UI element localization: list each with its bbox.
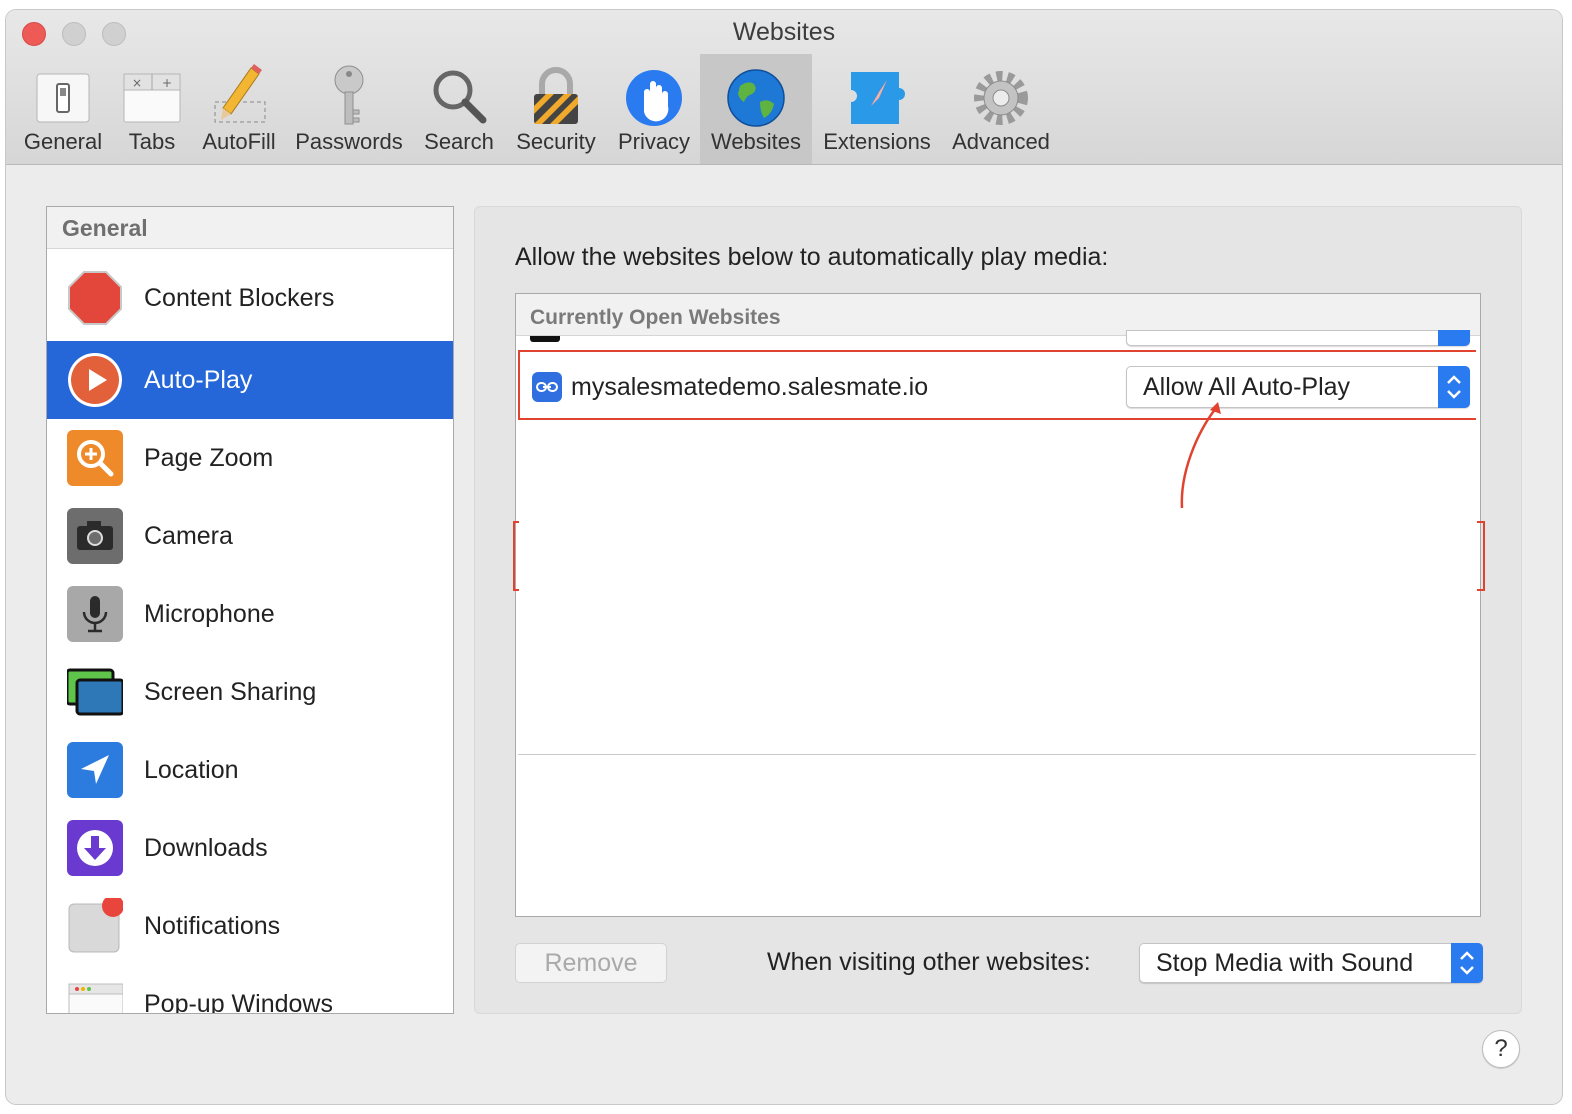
sidebar-item-popup-windows[interactable]: Pop-up Windows <box>47 965 453 1014</box>
stop-sign-icon <box>68 271 122 325</box>
pencil-icon <box>214 64 266 123</box>
title-bar: Websites General × + Tabs AutoFill Passw… <box>6 10 1562 165</box>
chevron-up-down-icon <box>1460 951 1474 975</box>
globe-icon <box>727 69 785 127</box>
toolbar-security[interactable]: Security <box>508 54 604 164</box>
sidebar-item-camera[interactable]: Camera <box>47 497 453 575</box>
sidebar-item-label: Page Zoom <box>144 444 274 472</box>
toolbar-label: AutoFill <box>202 129 276 154</box>
zoom-icon <box>67 430 123 486</box>
annotation-bracket-right <box>1477 521 1485 591</box>
annotation-highlight-box <box>518 350 1476 420</box>
other-websites-select[interactable]: Stop Media with Sound <box>1139 943 1483 983</box>
table-divider <box>518 754 1476 755</box>
annotation-bracket-left <box>513 521 519 591</box>
download-icon <box>67 820 123 876</box>
sidebar-item-page-zoom[interactable]: Page Zoom <box>47 419 453 497</box>
websites-table[interactable]: Currently Open Websites mysalesmatedemo.… <box>515 293 1481 917</box>
sidebar-item-content-blockers[interactable]: Content Blockers <box>47 259 453 337</box>
settings-sidebar[interactable]: General Content Blockers Auto-Play Page … <box>46 206 454 1014</box>
sidebar-header: General <box>47 207 453 249</box>
popup-arrows <box>1438 330 1470 346</box>
sidebar-item-label: Content Blockers <box>144 284 335 312</box>
other-websites-label: When visiting other websites: <box>767 948 1091 976</box>
toolbar-label: Websites <box>710 129 802 154</box>
select-value: Stop Media with Sound <box>1156 949 1414 977</box>
toolbar-tabs[interactable]: × + Tabs <box>110 54 194 164</box>
tabs-icon: × + <box>123 73 181 123</box>
sidebar-item-label: Notifications <box>144 912 281 940</box>
toolbar-extensions[interactable]: Extensions <box>814 54 940 164</box>
toolbar-label: General <box>23 129 103 154</box>
window-title: Websites <box>732 18 836 46</box>
sidebar-item-label: Auto-Play <box>144 366 253 394</box>
sidebar-item-location[interactable]: Location <box>47 731 453 809</box>
preferences-window: Websites General × + Tabs AutoFill Passw… <box>6 10 1562 1104</box>
annotation-arrow <box>1180 402 1221 509</box>
toolbar-label: Advanced <box>952 129 1050 154</box>
toolbar-label: Tabs <box>128 129 176 154</box>
svg-text:×: × <box>132 76 142 90</box>
toolbar-privacy[interactable]: Privacy <box>610 54 698 164</box>
toolbar-passwords[interactable]: Passwords <box>290 54 408 164</box>
sidebar-item-label: Microphone <box>144 600 275 628</box>
svg-text:+: + <box>162 76 172 90</box>
magnifier-icon <box>433 70 487 124</box>
notifications-icon <box>68 898 123 953</box>
sidebar-item-screen-sharing[interactable]: Screen Sharing <box>47 653 453 731</box>
gear-icon <box>974 71 1028 125</box>
general-switch-icon <box>36 73 90 123</box>
screen-sharing-icon <box>67 668 123 716</box>
sidebar-item-label: Camera <box>144 522 233 550</box>
sidebar-item-notifications[interactable]: Notifications <box>47 887 453 965</box>
sidebar-item-microphone[interactable]: Microphone <box>47 575 453 653</box>
clipped-row-popup <box>1126 330 1470 346</box>
sidebar-item-downloads[interactable]: Downloads <box>47 809 453 887</box>
popup-window-icon <box>68 983 123 1013</box>
sidebar-item-auto-play[interactable]: Auto-Play <box>47 341 453 419</box>
location-arrow-icon <box>67 742 123 798</box>
play-icon <box>68 353 122 407</box>
padlock-icon <box>534 67 578 124</box>
toolbar-autofill[interactable]: AutoFill <box>194 54 284 164</box>
key-icon <box>334 65 364 125</box>
toolbar-general[interactable]: General <box>16 54 110 164</box>
puzzle-compass-icon <box>851 72 905 124</box>
sidebar-item-label: Pop-up Windows <box>144 990 333 1014</box>
annotation-box-left <box>518 350 520 420</box>
toolbar-label: Passwords <box>295 129 403 154</box>
panel-description: Allow the websites below to automaticall… <box>515 243 1109 271</box>
toolbar-websites[interactable]: Websites <box>700 54 812 164</box>
microphone-icon <box>67 586 123 642</box>
toolbar-label: Privacy <box>617 129 691 154</box>
toolbar-advanced[interactable]: Advanced <box>946 54 1056 164</box>
hand-icon <box>626 70 682 126</box>
toolbar-label: Extensions <box>823 129 931 154</box>
select-arrows <box>1451 943 1483 983</box>
auto-play-panel: Allow the websites below to automaticall… <box>474 206 1522 1014</box>
toolbar-label: Security <box>516 129 596 154</box>
remove-button[interactable]: Remove <box>515 943 667 983</box>
sidebar-item-label: Location <box>144 756 239 784</box>
clipped-row-icon <box>530 336 560 342</box>
sidebar-item-label: Screen Sharing <box>144 678 317 706</box>
sidebar-item-label: Downloads <box>144 834 268 862</box>
toolbar-search[interactable]: Search <box>414 54 504 164</box>
help-button[interactable]: ? <box>1482 1030 1520 1068</box>
toolbar-label: Search <box>424 129 494 154</box>
camera-icon <box>67 508 123 564</box>
